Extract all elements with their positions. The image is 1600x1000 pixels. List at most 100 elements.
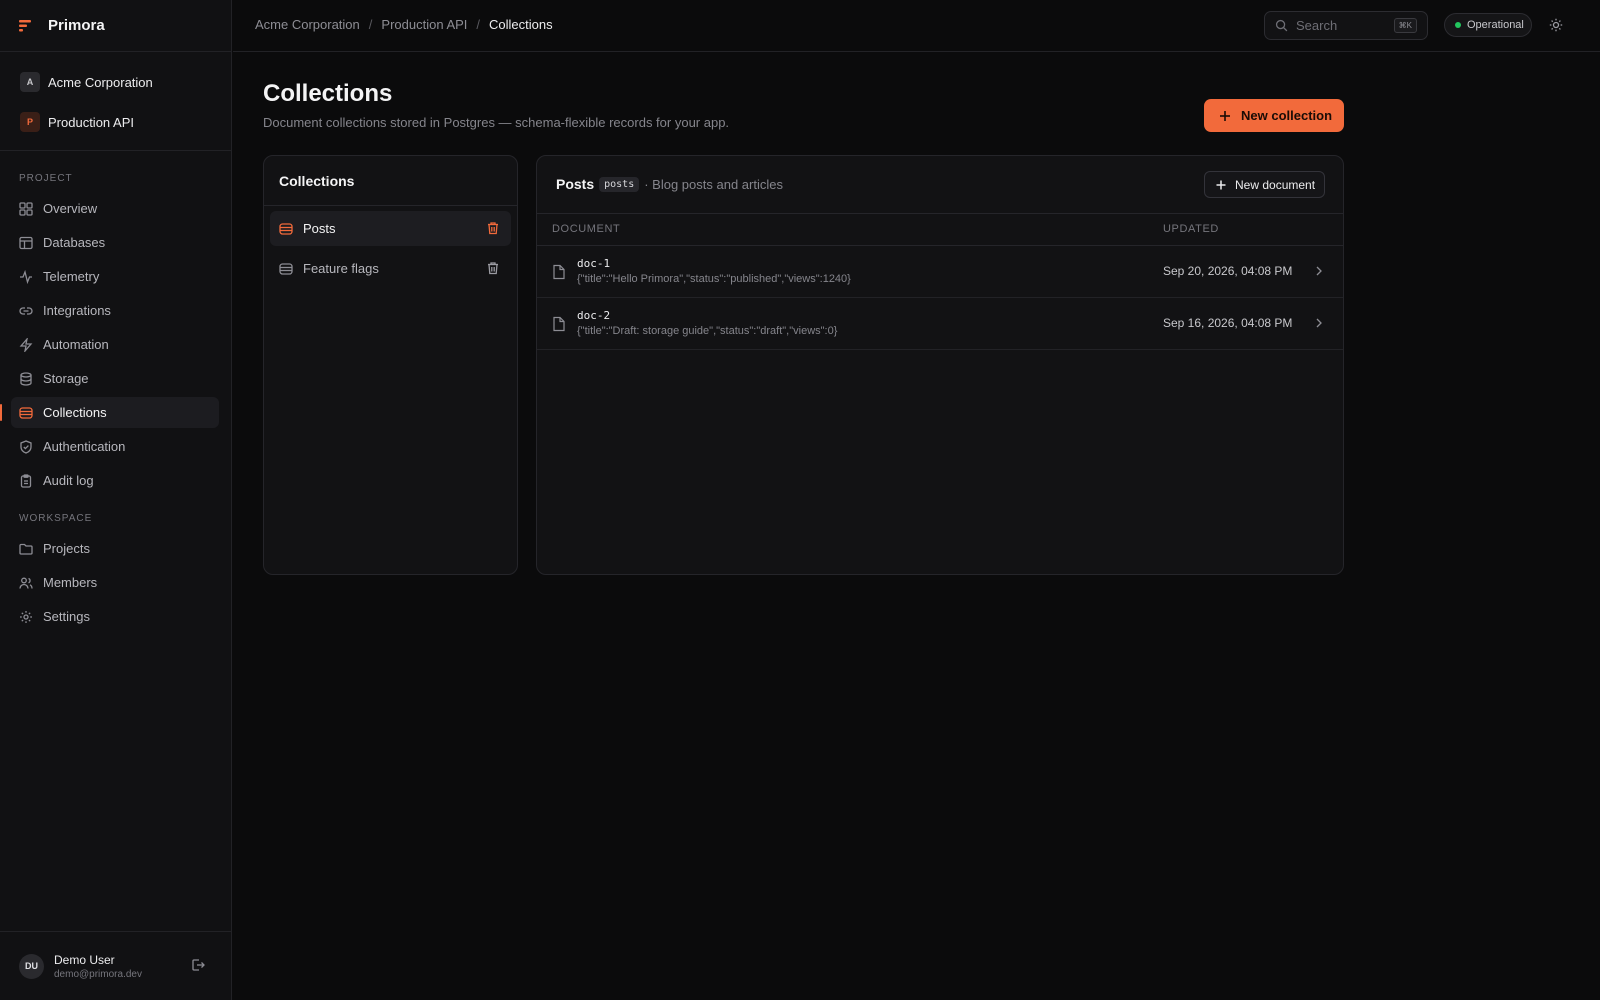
collection-icon [19, 406, 33, 419]
search-shortcut: ⌘K [1393, 18, 1417, 33]
breadcrumb-org[interactable]: Acme Corporation [255, 17, 360, 32]
breadcrumb-project[interactable]: Production API [381, 17, 467, 32]
sidebar-item-projects[interactable]: Projects [11, 533, 219, 564]
sidebar-item-label: Automation [43, 337, 109, 352]
primora-logo-icon [19, 19, 31, 31]
sidebar-item-label: Integrations [43, 303, 111, 318]
sidebar-item-settings[interactable]: Settings [11, 601, 219, 632]
trash-icon[interactable] [486, 221, 500, 235]
collection-item-feature-flags[interactable]: Feature flags [270, 251, 511, 286]
new-collection-button[interactable]: New collection [1204, 99, 1344, 132]
user-name: Demo User [54, 952, 115, 967]
sidebar-item-collections[interactable]: Collections [0, 397, 219, 428]
sidebar-item-label: Projects [43, 541, 90, 556]
sidebar-item-members[interactable]: Members [11, 567, 219, 598]
column-header-updated: UPDATED [1163, 223, 1219, 235]
sidebar-item-label: Storage [43, 371, 89, 386]
sidebar-item-storage[interactable]: Storage [11, 363, 219, 394]
chevron-right-icon [1316, 318, 1322, 328]
new-document-button[interactable]: New document [1204, 171, 1325, 198]
org-name: Acme Corporation [48, 74, 153, 90]
page-title: Collections [263, 80, 393, 107]
table-row[interactable]: doc-1 {"title":"Hello Primora","status":… [537, 246, 1343, 298]
user-email: demo@primora.dev [54, 968, 142, 980]
table-header: DOCUMENT UPDATED [537, 214, 1343, 246]
sidebar-item-telemetry[interactable]: Telemetry [11, 261, 219, 292]
collection-item-label: Feature flags [303, 261, 379, 276]
collection-description: · Blog posts and articles [644, 176, 783, 192]
document-updated: Sep 20, 2026, 04:08 PM [1163, 264, 1293, 278]
status-badge[interactable]: Operational [1444, 13, 1532, 37]
sidebar-item-label: Audit log [43, 473, 94, 488]
sidebar-item-label: Collections [43, 405, 107, 420]
column-header-document: DOCUMENT [552, 223, 621, 235]
database-icon [20, 371, 32, 386]
collections-panel-title: Collections [264, 156, 517, 206]
collection-item-posts[interactable]: Posts [270, 211, 511, 246]
sun-icon[interactable] [1549, 18, 1563, 32]
file-icon [553, 316, 565, 332]
documents-panel-header: Posts posts · Blog posts and articles Ne… [537, 156, 1343, 214]
org-switcher[interactable]: A Acme Corporation [12, 62, 219, 102]
section-title-project: PROJECT [19, 173, 73, 184]
section-title-workspace: WORKSPACE [19, 513, 93, 524]
trash-icon[interactable] [486, 261, 500, 275]
search-input[interactable]: Search ⌘K [1264, 11, 1428, 40]
org-badge: A [20, 72, 40, 92]
documents-panel: Posts posts · Blog posts and articles Ne… [536, 155, 1344, 575]
sidebar: Primora A Acme Corporation P Production … [0, 0, 232, 1000]
document-preview: {"title":"Draft: storage guide","status"… [577, 325, 838, 337]
document-preview: {"title":"Hello Primora","status":"publi… [577, 273, 851, 285]
sidebar-item-label: Databases [43, 235, 106, 250]
new-collection-label: New collection [1241, 108, 1333, 123]
shield-icon [20, 439, 32, 454]
sidebar-item-label: Members [43, 575, 98, 590]
context-switcher: A Acme Corporation P Production API [0, 52, 231, 151]
sidebar-item-integrations[interactable]: Integrations [11, 295, 219, 326]
collection-icon [279, 262, 293, 275]
status-label: Operational [1467, 19, 1524, 31]
gear-icon [20, 610, 32, 623]
new-document-label: New document [1235, 177, 1316, 192]
collections-panel: Collections Posts Feature flags [263, 155, 518, 575]
bolt-icon [19, 337, 33, 352]
breadcrumb-separator: / [368, 17, 373, 32]
table-icon [19, 236, 33, 249]
table-row[interactable]: doc-2 {"title":"Draft: storage guide","s… [537, 298, 1343, 350]
sidebar-item-label: Authentication [43, 439, 126, 454]
search-icon [1275, 19, 1288, 32]
clipboard-icon [20, 473, 32, 488]
search-placeholder: Search [1296, 18, 1338, 33]
page-subtitle: Document collections stored in Postgres … [263, 115, 730, 130]
collection-slug: posts [599, 176, 640, 192]
sidebar-item-audit-log[interactable]: Audit log [11, 465, 219, 496]
sidebar-item-overview[interactable]: Overview [11, 193, 219, 224]
sidebar-item-authentication[interactable]: Authentication [11, 431, 219, 462]
sidebar-item-label: Settings [43, 609, 90, 624]
collection-icon [279, 222, 293, 235]
topbar: Acme Corporation / Production API / Coll… [233, 0, 1600, 52]
sidebar-item-label: Telemetry [43, 269, 100, 284]
link-icon [19, 306, 33, 315]
plus-icon [1220, 110, 1230, 121]
logout-icon[interactable] [191, 958, 205, 972]
file-icon [553, 264, 565, 280]
breadcrumb-separator: / [476, 17, 481, 32]
project-switcher[interactable]: P Production API [12, 102, 219, 142]
chevron-right-icon [1316, 266, 1322, 276]
user-menu[interactable]: DU Demo User demo@primora.dev [0, 931, 231, 1000]
users-icon [19, 577, 33, 589]
sidebar-item-databases[interactable]: Databases [11, 227, 219, 258]
grid-icon [19, 201, 33, 216]
plus-icon [1216, 180, 1226, 189]
project-name: Production API [48, 114, 134, 130]
folder-icon [19, 543, 33, 555]
collection-item-label: Posts [303, 221, 336, 236]
avatar: DU [19, 953, 44, 979]
status-dot [1455, 22, 1461, 28]
brand[interactable]: Primora [0, 0, 231, 52]
sidebar-item-automation[interactable]: Automation [11, 329, 219, 360]
activity-icon [20, 269, 32, 284]
document-id: doc-2 [577, 309, 611, 322]
project-badge: P [20, 112, 40, 132]
